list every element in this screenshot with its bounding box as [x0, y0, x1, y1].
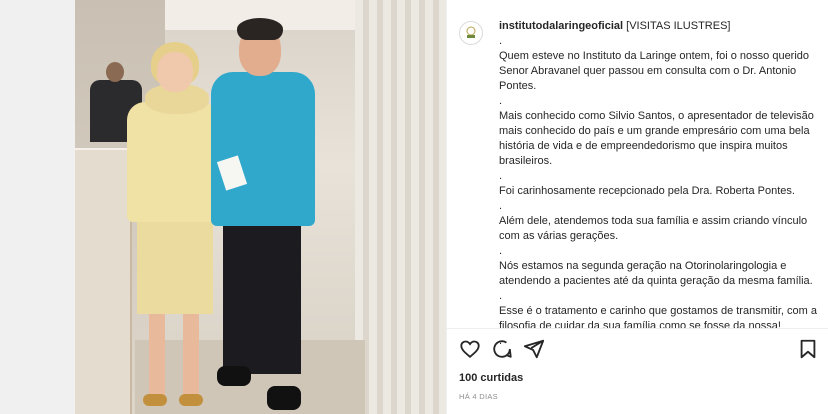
caption-dot: .: [499, 170, 503, 182]
post-caption: institutodalaringeoficial [VISITAS ILUST…: [499, 19, 819, 349]
woman-skirt: [137, 218, 213, 314]
woman-face: [157, 52, 193, 92]
post-sidebar: institutodalaringeoficial [VISITAS ILUST…: [446, 0, 828, 414]
man-shirt: [211, 72, 315, 226]
caption-paragraph: Mais conhecido como Silvio Santos, o apr…: [499, 110, 814, 167]
post-photo[interactable]: [75, 0, 446, 414]
photo-curtain: [355, 0, 446, 414]
comment-icon[interactable]: [491, 338, 513, 360]
bookmark-icon[interactable]: [797, 338, 819, 360]
man-shoe: [217, 366, 251, 386]
caption-dot: .: [499, 200, 503, 212]
instagram-post: institutodalaringeoficial [VISITAS ILUST…: [75, 0, 828, 414]
woman-leg: [149, 314, 165, 400]
caption-body: . Quem esteve no Instituto da Laringe ont…: [499, 34, 819, 349]
profile-avatar[interactable]: [459, 21, 483, 45]
caption-paragraph: Foi carinhosamente recepcionado pela Dra…: [499, 185, 795, 197]
caption-paragraph: Esse é o tratamento e carinho que gostam…: [499, 305, 817, 332]
logo-icon: [466, 26, 476, 38]
share-icon[interactable]: [523, 338, 545, 360]
caption-dot: .: [499, 35, 503, 47]
caption-paragraph: Além dele, atendemos toda sua família e …: [499, 215, 808, 242]
caption-dot: .: [499, 290, 503, 302]
caption-dot: .: [499, 245, 503, 257]
username-link[interactable]: institutodalaringeoficial: [499, 20, 623, 32]
woman-shoe: [143, 394, 167, 406]
man-hair: [237, 18, 283, 40]
heart-icon[interactable]: [459, 338, 481, 360]
background-person-head: [106, 62, 124, 82]
caption-paragraph: Quem esteve no Instituto da Laringe onte…: [499, 50, 810, 92]
photo-counter: [75, 150, 132, 414]
woman-leg: [183, 314, 199, 400]
caption-tag: [VISITAS ILUSTRES]: [626, 20, 731, 32]
likes-count[interactable]: 100 curtidas: [459, 372, 523, 384]
post-timestamp: HÁ 4 DIAS: [459, 392, 498, 401]
caption-paragraph: Nós estamos na segunda geração na Otorin…: [499, 260, 813, 287]
man-figure: [205, 18, 325, 414]
divider: [447, 328, 828, 329]
woman-shoe: [179, 394, 203, 406]
caption-dot: .: [499, 95, 503, 107]
man-shoe: [267, 386, 301, 410]
man-pants: [223, 224, 301, 374]
action-bar: [459, 338, 819, 362]
